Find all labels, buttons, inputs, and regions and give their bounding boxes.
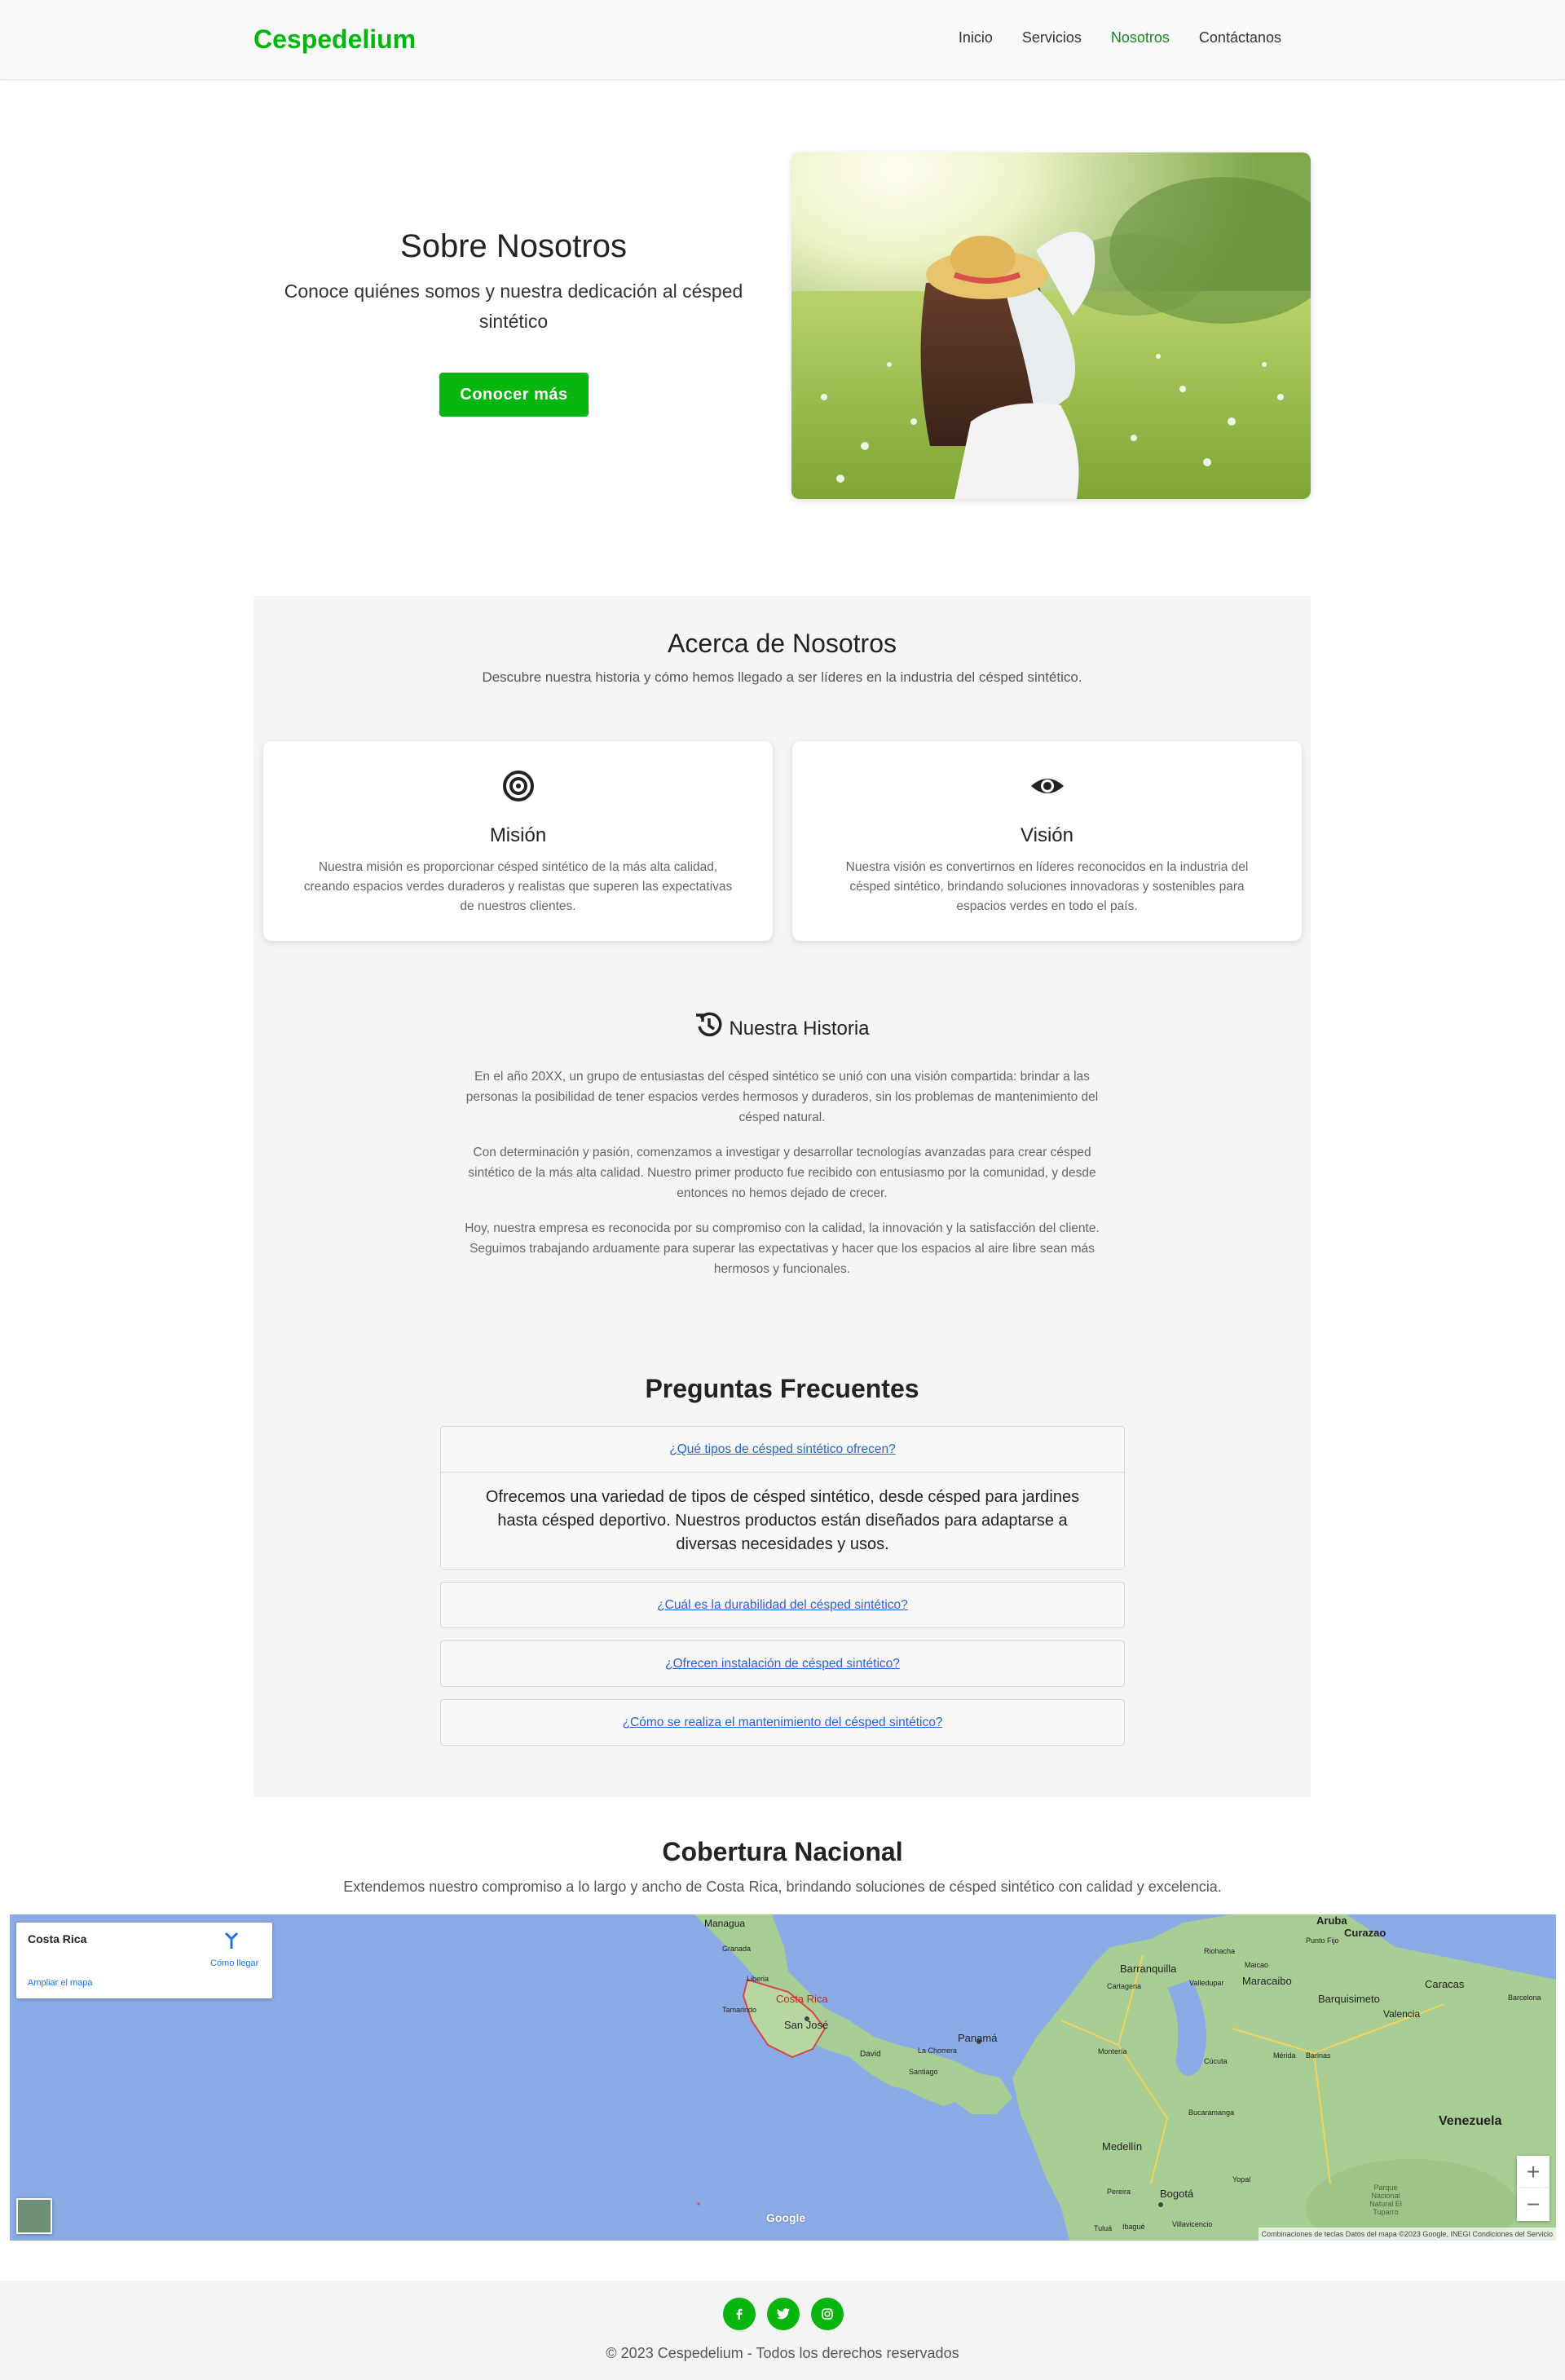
nav-link-contactanos[interactable]: Contáctanos [1184, 29, 1296, 46]
hero-image [791, 152, 1311, 499]
map-label: Bucaramanga [1188, 2108, 1235, 2117]
map-label: Barinas [1306, 2051, 1331, 2060]
map-attribution[interactable]: Combinaciones de teclas Datos del mapa ©… [1258, 2228, 1556, 2241]
map-place-name: Costa Rica [28, 1932, 87, 1945]
history-icon [696, 1012, 722, 1037]
map-label: Punto Fijo [1306, 1936, 1339, 1945]
faq-question-3[interactable]: ¿Ofrecen instalación de césped sintético… [441, 1641, 1124, 1686]
map-label: Panamá [958, 2032, 998, 2044]
faq-item: ¿Qué tipos de césped sintético ofrecen? … [440, 1426, 1125, 1570]
map-label: Venezuela [1439, 2114, 1502, 2128]
map-label: Parque Nacional Natural El Tuparro [1369, 2184, 1402, 2216]
brand-logo[interactable]: Cespedelium [253, 24, 416, 55]
map-label: Yopal [1232, 2175, 1251, 2184]
map-label: Mérida [1273, 2051, 1296, 2060]
map-label: Valencia [1383, 2008, 1421, 2020]
map-label: Granada [722, 1945, 752, 1953]
map-label: Barcelona [1508, 1994, 1541, 2002]
zoom-out-button[interactable]: − [1517, 2188, 1550, 2221]
copyright-text: © 2023 Cespedelium - Todos los derechos … [606, 2345, 959, 2361]
about-subtitle: Descubre nuestra historia y cómo hemos l… [482, 669, 1082, 685]
map-label: Tamarindo [722, 2006, 757, 2014]
nav-links: Inicio Servicios Nosotros Contáctanos [944, 29, 1296, 46]
history-paragraph-3: Hoy, nuestra empresa es reconocida por s… [465, 1221, 1100, 1276]
map-layers-button[interactable] [16, 2198, 52, 2234]
map-label-costa-rica: Costa Rica [776, 1993, 828, 2005]
history-paragraph-2: Con determinación y pasión, comenzamos a… [468, 1146, 1096, 1200]
nav-link-inicio[interactable]: Inicio [944, 29, 1007, 46]
hero-title: Sobre Nosotros [400, 228, 627, 264]
map-label: Barquisimeto [1318, 1993, 1380, 2005]
map-label: David [860, 2050, 881, 2059]
map-label: Tuluá [1094, 2224, 1113, 2232]
instagram-icon[interactable] [811, 2298, 844, 2330]
hero-text: Sobre Nosotros Conoce quiénes somos y nu… [253, 228, 774, 337]
map-label: Montería [1098, 2047, 1127, 2055]
footer: © 2023 Cespedelium - Todos los derechos … [0, 2281, 1565, 2380]
history-heading: Nuestra Historia [253, 1010, 1311, 1040]
nav-link-servicios[interactable]: Servicios [1007, 29, 1096, 46]
map-label: Managua [704, 1918, 746, 1929]
conocer-mas-button[interactable]: Conocer más [439, 373, 589, 417]
navbar: Cespedelium Inicio Servicios Nosotros Co… [0, 0, 1565, 80]
faq-question-1[interactable]: ¿Qué tipos de césped sintético ofrecen? [441, 1427, 1124, 1472]
directions-link[interactable]: Cómo llegar [210, 1958, 258, 1968]
mission-text: Nuestra misión es proporcionar césped si… [303, 860, 733, 913]
map-label: Bogotá [1160, 2188, 1194, 2200]
map-label: Maracaibo [1242, 1975, 1292, 1987]
history-title: Nuestra Historia [729, 1018, 870, 1040]
twitter-icon[interactable] [767, 2298, 800, 2330]
map-label: Ibagué [1122, 2223, 1145, 2231]
facebook-icon[interactable] [723, 2298, 756, 2330]
coverage-title: Cobertura Nacional [662, 1837, 903, 1866]
about-title: Acerca de Nosotros [667, 629, 897, 658]
directions-icon[interactable] [222, 1931, 241, 1950]
map-label: Barranquilla [1120, 1963, 1177, 1975]
map-label: Medellín [1102, 2140, 1143, 2153]
map-label: Maicao [1245, 1961, 1269, 1969]
coverage-subtitle: Extendemos nuestro compromiso a lo largo… [343, 1879, 1222, 1895]
faq-item: ¿Cómo se realiza el mantenimiento del cé… [440, 1699, 1125, 1746]
target-icon [503, 771, 534, 801]
vision-card: Visión Nuestra visión es convertirnos en… [792, 741, 1302, 941]
eye-icon [1031, 779, 1064, 793]
map-label: Curazao [1344, 1927, 1386, 1939]
vision-title: Visión [1021, 824, 1073, 846]
faq-item: ¿Ofrecen instalación de césped sintético… [440, 1640, 1125, 1687]
map-label: San José [784, 2019, 829, 2031]
mission-card: Misión Nuestra misión es proporcionar cé… [263, 741, 773, 941]
faq-answer-1: Ofrecemos una variedad de tipos de céspe… [441, 1472, 1124, 1569]
map-info-card: Costa Rica Cómo llegar Ampliar el mapa [16, 1923, 272, 1998]
zoom-in-button[interactable]: + [1517, 2156, 1550, 2188]
map-label: Valledupar [1189, 1979, 1224, 1987]
map-label: Villavicencio [1172, 2220, 1213, 2228]
hero-subtitle: Conoce quiénes somos y nuestra dedicació… [284, 280, 743, 332]
social-links [723, 2298, 844, 2330]
map-label: Liberia [747, 1975, 769, 1983]
map-label: Santiago [909, 2068, 938, 2076]
mission-title: Misión [489, 824, 547, 846]
map-label: Cúcuta [1204, 2057, 1228, 2065]
about-section: Acerca de Nosotros Descubre nuestra hist… [253, 596, 1311, 1797]
faq-question-2[interactable]: ¿Cuál es la durabilidad del césped sinté… [441, 1583, 1124, 1627]
map-label: Aruba [1316, 1914, 1347, 1927]
map-label: Cartagena [1107, 1982, 1142, 1990]
faq-question-4[interactable]: ¿Cómo se realiza el mantenimiento del cé… [441, 1700, 1124, 1745]
map-label: La Chorrera [918, 2047, 958, 2055]
coverage-map[interactable]: Managua Granada Liberia Costa Rica Tamar… [10, 1914, 1556, 2241]
enlarge-map-link[interactable]: Ampliar el mapa [28, 1978, 92, 1988]
map-label: Caracas [1425, 1978, 1465, 1990]
faq-title: Preguntas Frecuentes [645, 1374, 919, 1403]
history-paragraph-1: En el año 20XX, un grupo de entusiastas … [465, 1070, 1099, 1124]
faq-item: ¿Cuál es la durabilidad del césped sinté… [440, 1582, 1125, 1628]
map-label: Pereira [1107, 2188, 1131, 2196]
nav-link-nosotros[interactable]: Nosotros [1096, 29, 1184, 46]
google-logo: Google [766, 2211, 806, 2224]
vision-text: Nuestra visión es convertirnos en lídere… [845, 860, 1249, 913]
map-label: Riohacha [1204, 1947, 1236, 1955]
